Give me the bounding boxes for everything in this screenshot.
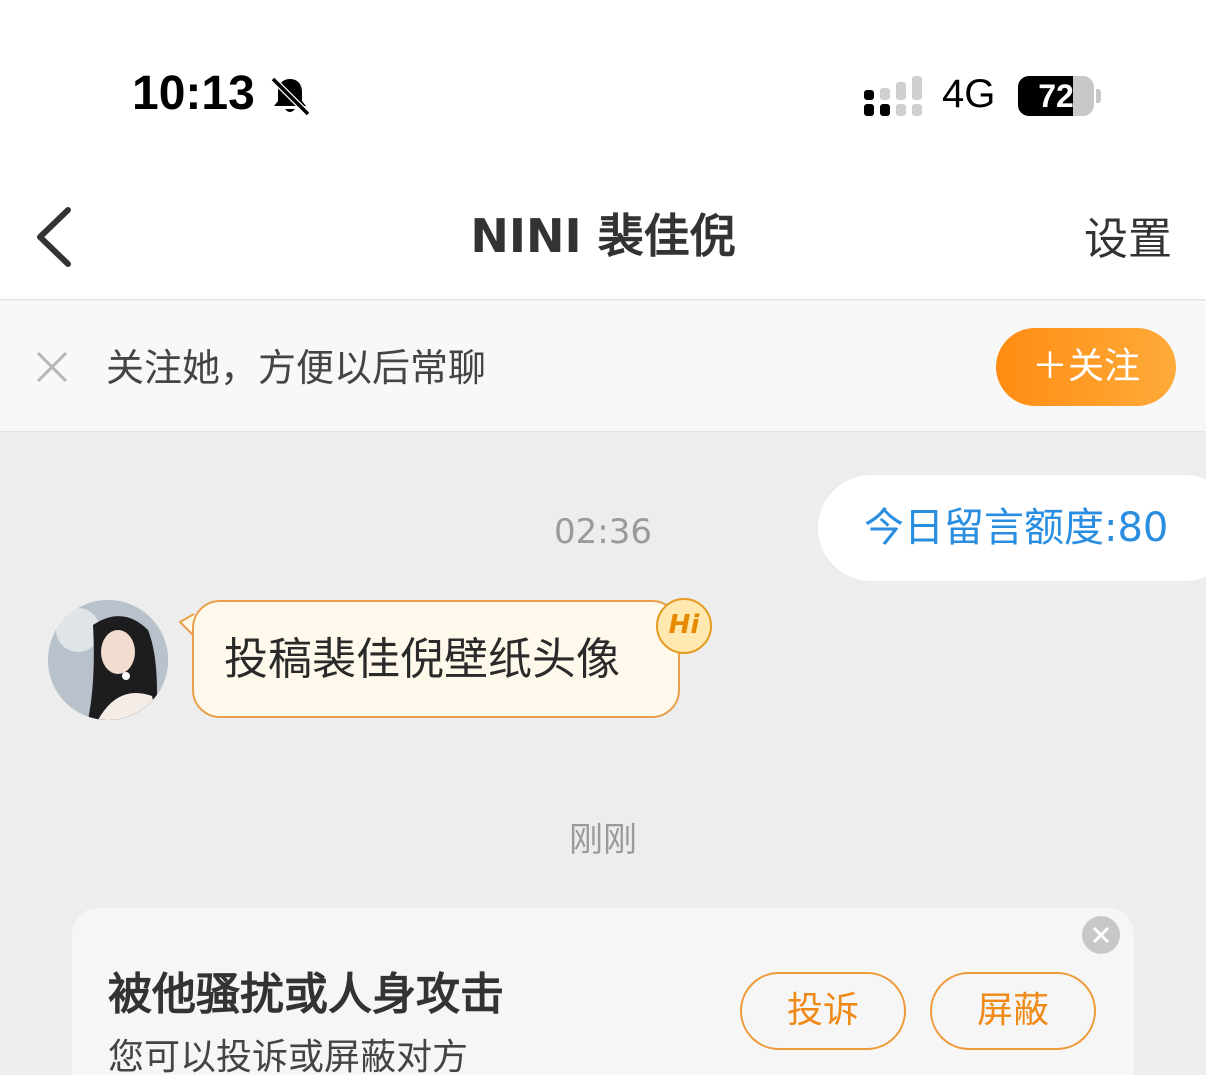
battery-tip (1096, 89, 1101, 103)
close-card-icon[interactable] (1082, 916, 1120, 954)
report-card: 被他骚扰或人身攻击 您可以投诉或屏蔽对方 投诉 屏蔽 (72, 908, 1134, 1075)
nav-bar: NINI 裴佳倪 设置 (0, 180, 1206, 300)
follow-prompt-bar: 关注她，方便以后常聊 ＋关注 (0, 301, 1206, 432)
status-time: 10:13 (132, 67, 255, 120)
avatar-portrait (48, 600, 168, 720)
close-icon[interactable] (34, 349, 70, 385)
follow-hint-text: 关注她，方便以后常聊 (106, 346, 487, 390)
status-bar: 10:13 4G 72 (0, 0, 1206, 180)
network-type: 4G (942, 72, 996, 116)
avatar[interactable] (48, 600, 168, 720)
battery-icon: 72 (1018, 76, 1094, 116)
message-timestamp: 刚刚 (569, 820, 637, 860)
message-bubble[interactable]: 投稿裴佳倪壁纸头像 (192, 600, 680, 718)
message-timestamp: 02:36 (554, 512, 652, 552)
hi-badge-icon: Hi (656, 598, 712, 654)
complain-button[interactable]: 投诉 (740, 972, 906, 1050)
follow-button[interactable]: ＋关注 (996, 328, 1176, 406)
page-title: NINI 裴佳倪 (470, 209, 736, 263)
battery-level: 72 (1038, 78, 1074, 114)
message-text: 投稿裴佳倪壁纸头像 (224, 634, 620, 685)
block-button[interactable]: 屏蔽 (930, 972, 1096, 1050)
signal-icon (864, 76, 922, 116)
report-subtitle: 您可以投诉或屏蔽对方 (108, 1037, 469, 1075)
settings-button[interactable]: 设置 (1084, 180, 1172, 300)
report-title: 被他骚扰或人身攻击 (108, 969, 504, 1020)
bell-muted-icon (270, 76, 311, 117)
